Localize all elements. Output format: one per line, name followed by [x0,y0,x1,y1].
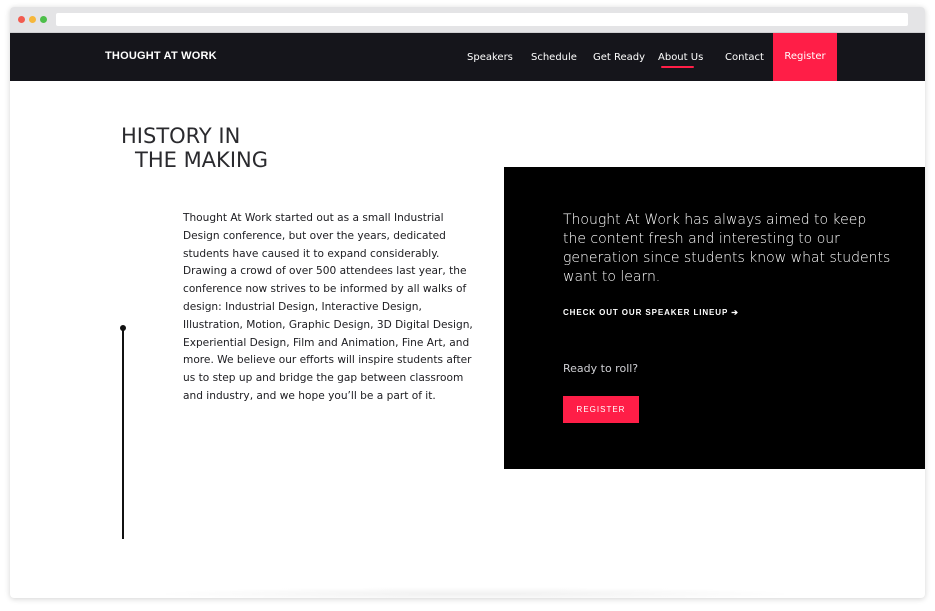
site-navbar: THOUGHT AT WORK Speakers Schedule Get Re… [10,33,925,81]
nav-speakers-link[interactable]: Speakers [467,52,513,63]
nav-about-us-link[interactable]: About Us [658,52,703,63]
promo-quote: Thought At Work has always aimed to keep… [563,212,891,285]
browser-window: THOUGHT AT WORK Speakers Schedule Get Re… [10,7,925,598]
heading-line-1: HISTORY IN [121,124,241,148]
register-button[interactable]: REGISTER [563,396,639,423]
browser-chrome [10,7,925,33]
nav-get-ready-link[interactable]: Get Ready [593,52,645,63]
ready-to-roll-text: Ready to roll? [563,362,639,375]
history-body-text: Thought At Work started out as a small I… [183,212,473,402]
nav-contact-link[interactable]: Contact [725,52,764,63]
page-heading: HISTORY IN THE MAKING [121,124,268,172]
minimize-dot-icon[interactable] [29,16,36,23]
close-dot-icon[interactable] [18,16,25,23]
promo-panel: Thought At Work has always aimed to keep… [504,167,925,469]
nav-register-button[interactable]: Register [773,33,837,81]
speaker-lineup-link[interactable]: CHECK OUT OUR SPEAKER LINEUP ➔ [563,308,739,317]
timeline-line [122,328,124,539]
heading-line-2: THE MAKING [135,148,268,172]
site-logo[interactable]: THOUGHT AT WORK [105,50,217,62]
nav-schedule-link[interactable]: Schedule [531,52,577,63]
maximize-dot-icon[interactable] [40,16,47,23]
footer-shadow [150,587,800,598]
active-nav-underline [661,66,694,68]
address-bar[interactable] [56,13,908,26]
